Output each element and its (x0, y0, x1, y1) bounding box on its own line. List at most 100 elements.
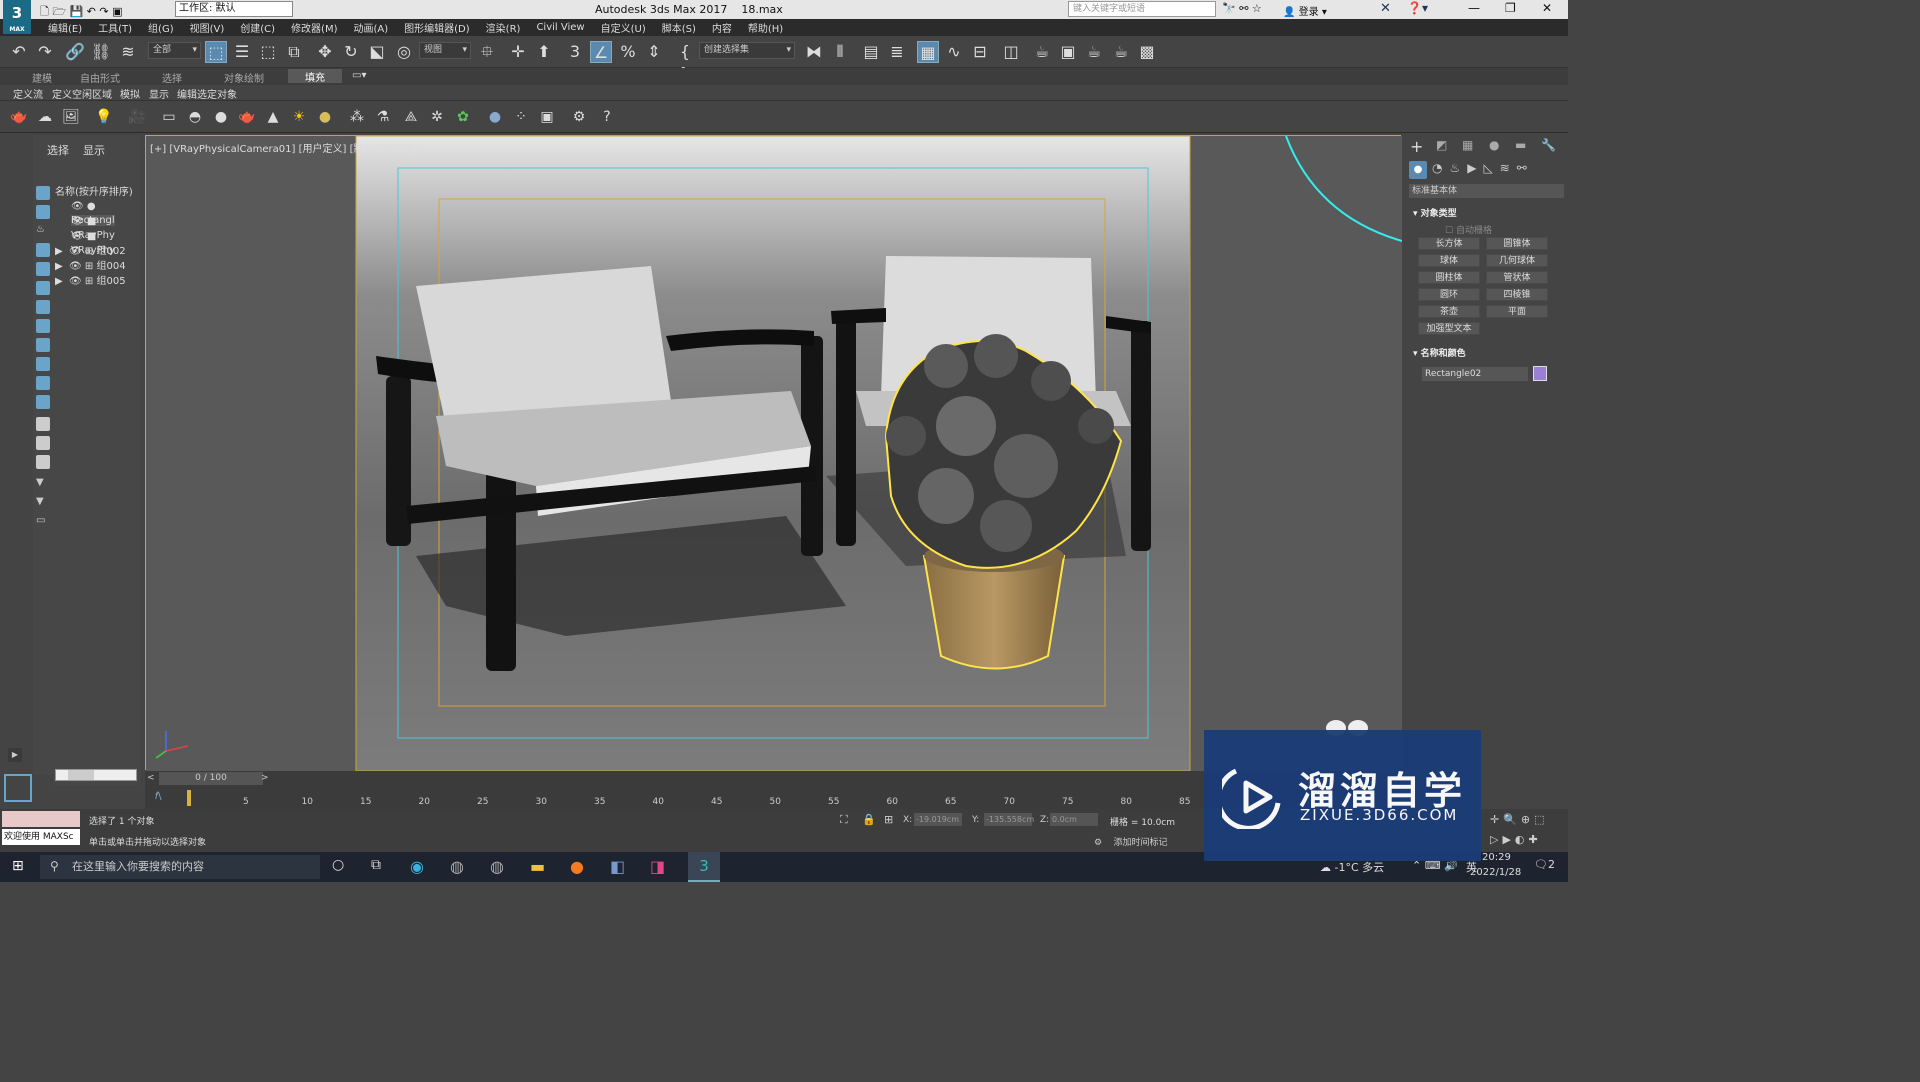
tab-object-paint[interactable]: 对象绘制 (224, 70, 264, 85)
vrscene-icon[interactable]: ✲ (428, 108, 446, 126)
name-color-rollout[interactable]: ▾ 名称和颜色 (1413, 346, 1466, 359)
reference-coordinate-dropdown[interactable]: 视图 (419, 42, 471, 59)
rectangular-selection-icon[interactable]: ⬚ (257, 41, 279, 63)
object-name-input[interactable]: Rectangle02 (1422, 367, 1528, 381)
textplus-button[interactable]: 加强型文本 (1418, 322, 1480, 335)
isolate-icon[interactable]: ⛶ (840, 813, 848, 827)
app-icon-2[interactable]: ◍ (490, 857, 504, 876)
cloud-icon[interactable]: ☁ (36, 108, 54, 126)
tab-display[interactable]: 显示 (83, 142, 105, 158)
spinner-snap-icon[interactable]: ⇕ (643, 41, 665, 63)
clock-time[interactable]: 20:29 (1482, 852, 1511, 863)
edit-selected-button[interactable]: 编辑选定对象 (177, 86, 237, 101)
rendered-frame-window-icon[interactable]: ▣ (1057, 41, 1079, 63)
menu-tools[interactable]: 工具(T) (90, 20, 140, 35)
mini-curve-editor-icon[interactable]: 𝑓\ (155, 791, 161, 802)
cone-button[interactable]: 圆锥体 (1486, 237, 1548, 250)
autogrid-checkbox[interactable]: ☐ 自动栅格 (1445, 223, 1492, 236)
teapot-button[interactable]: 茶壶 (1418, 305, 1480, 318)
render-iterative-icon[interactable]: ☕ (1110, 41, 1132, 63)
edge-icon[interactable]: ◉ (410, 857, 424, 876)
menu-scripting[interactable]: 脚本(S) (654, 20, 704, 35)
menu-civil-view[interactable]: Civil View (528, 22, 592, 33)
define-idle-areas-button[interactable]: 定义空闲区域 (52, 86, 112, 101)
expand-arrow-icon[interactable]: ▶ (8, 748, 22, 762)
menu-customize[interactable]: 自定义(U) (593, 20, 654, 35)
menu-animation[interactable]: 动画(A) (346, 20, 397, 35)
create-tab-icon[interactable]: + (1410, 137, 1423, 156)
sun-icon[interactable]: ☀ (290, 108, 308, 126)
fur-icon[interactable]: ⁂ (348, 108, 366, 126)
menu-content[interactable]: 内容 (704, 20, 740, 35)
menu-group[interactable]: 组(G) (140, 20, 182, 35)
picture-icon[interactable]: 🖼 (62, 108, 80, 126)
multi-material-icon[interactable]: ⁘ (512, 108, 530, 126)
menu-edit[interactable]: 编辑(E) (40, 20, 90, 35)
display-all-icon[interactable] (36, 417, 50, 431)
filter-geometry-icon[interactable] (36, 186, 50, 200)
pivot-center-icon[interactable]: ⯐ (476, 41, 498, 63)
scene-item[interactable]: 👁 ● Rectangl (55, 200, 139, 226)
z-coordinate[interactable]: 0.0cm (1050, 813, 1098, 826)
plane-icon[interactable]: ▭ (160, 108, 178, 126)
define-flows-button[interactable]: 定义流 (13, 86, 43, 101)
filter-spacewarps-icon[interactable] (36, 281, 50, 295)
task-view-icon[interactable]: ⧉ (371, 857, 381, 873)
name-column-header[interactable]: 名称(按升序排序) (55, 183, 133, 198)
viewport-nav-icons-2[interactable]: ▷▶◐✚ (1490, 833, 1542, 846)
link-icon[interactable]: 🔗 (64, 41, 86, 63)
tab-selection[interactable]: 选择 (162, 70, 182, 85)
next-frame-icon[interactable]: > (261, 773, 269, 783)
simulate-button[interactable]: 模拟 (120, 86, 140, 101)
frame-indicator[interactable]: 0 / 100 (159, 772, 263, 785)
unlink-icon[interactable]: ⛓ (90, 41, 112, 63)
help-icon[interactable]: ❓▾ (1407, 1, 1428, 15)
cylinder-button[interactable]: 圆柱体 (1418, 271, 1480, 284)
perspective-viewport[interactable] (145, 135, 1403, 772)
scene-item[interactable]: 👁 ■ VRayPhy (55, 230, 139, 256)
clock-date[interactable]: 2022/1/28 (1470, 867, 1521, 878)
tab-select[interactable]: 选择 (47, 142, 69, 158)
scale-icon[interactable]: ⬕ (366, 41, 388, 63)
primitive-type-dropdown[interactable]: 标准基本体 (1409, 184, 1564, 198)
align-icon[interactable]: ⫴ (829, 41, 851, 63)
filter-shapes-icon[interactable] (36, 205, 50, 219)
cortana-icon[interactable]: ○ (332, 857, 344, 873)
box-button[interactable]: 长方体 (1418, 237, 1480, 250)
help-circle-icon[interactable]: ? (598, 108, 616, 126)
viewport-label[interactable]: [+] [VRayPhysicalCamera01] [用户定义] [默认明暗处… (150, 140, 417, 155)
taskbar-search-input[interactable]: 在这里输入你要搜索的内容 (40, 855, 320, 879)
x-coordinate[interactable]: -19.019cm (914, 813, 962, 826)
select-by-name-icon[interactable]: ☰ (231, 41, 253, 63)
exchange-icon[interactable]: ✕ (1380, 1, 1391, 16)
add-time-tag[interactable]: ⚙ 添加时间标记 (1094, 835, 1168, 848)
notification-icon[interactable]: 🗨2 (1534, 858, 1555, 871)
angle-snap-icon[interactable]: ∠ (590, 41, 612, 63)
scene-item[interactable]: 👁 ■ VRayPhy (55, 215, 139, 241)
dome-light-icon[interactable]: ◓ (186, 108, 204, 126)
workspace-dropdown[interactable]: 工作区: 默认 (175, 1, 293, 17)
material-editor-icon[interactable]: ◫ (1000, 41, 1022, 63)
percent-snap-icon[interactable]: % (617, 41, 639, 63)
app-icon-1[interactable]: ◍ (450, 857, 464, 876)
place-icon[interactable]: ◎ (393, 41, 415, 63)
geometry-icon[interactable]: ● (1409, 161, 1427, 179)
teapot-icon[interactable]: 🫖 (10, 108, 28, 126)
select-manipulate-icon[interactable]: ✛ (507, 41, 529, 63)
windows-start-icon[interactable]: ⊞ (12, 858, 24, 874)
filter-helpers-icon[interactable] (36, 262, 50, 276)
move-icon[interactable]: ✥ (314, 41, 336, 63)
viewport-nav-icons[interactable]: ✛🔍⊕⬚ (1490, 813, 1549, 826)
filter-xrefs-icon[interactable] (36, 319, 50, 333)
maxscript-listener[interactable] (2, 811, 80, 827)
restore-button[interactable]: ❐ (1505, 1, 1516, 15)
object-type-rollout[interactable]: ▾ 对象类型 (1413, 206, 1457, 219)
vray-frame-buffer-icon[interactable]: ▩ (1136, 41, 1158, 63)
torus-button[interactable]: 圆环 (1418, 288, 1480, 301)
time-slider-marker[interactable] (187, 790, 191, 806)
menu-create[interactable]: 创建(C) (232, 20, 283, 35)
snap-toggle-icon[interactable]: 3 (564, 41, 586, 63)
display-none-icon[interactable] (36, 436, 50, 450)
window-crossing-icon[interactable]: ⧉ (283, 41, 305, 63)
display-button[interactable]: 显示 (149, 86, 169, 101)
